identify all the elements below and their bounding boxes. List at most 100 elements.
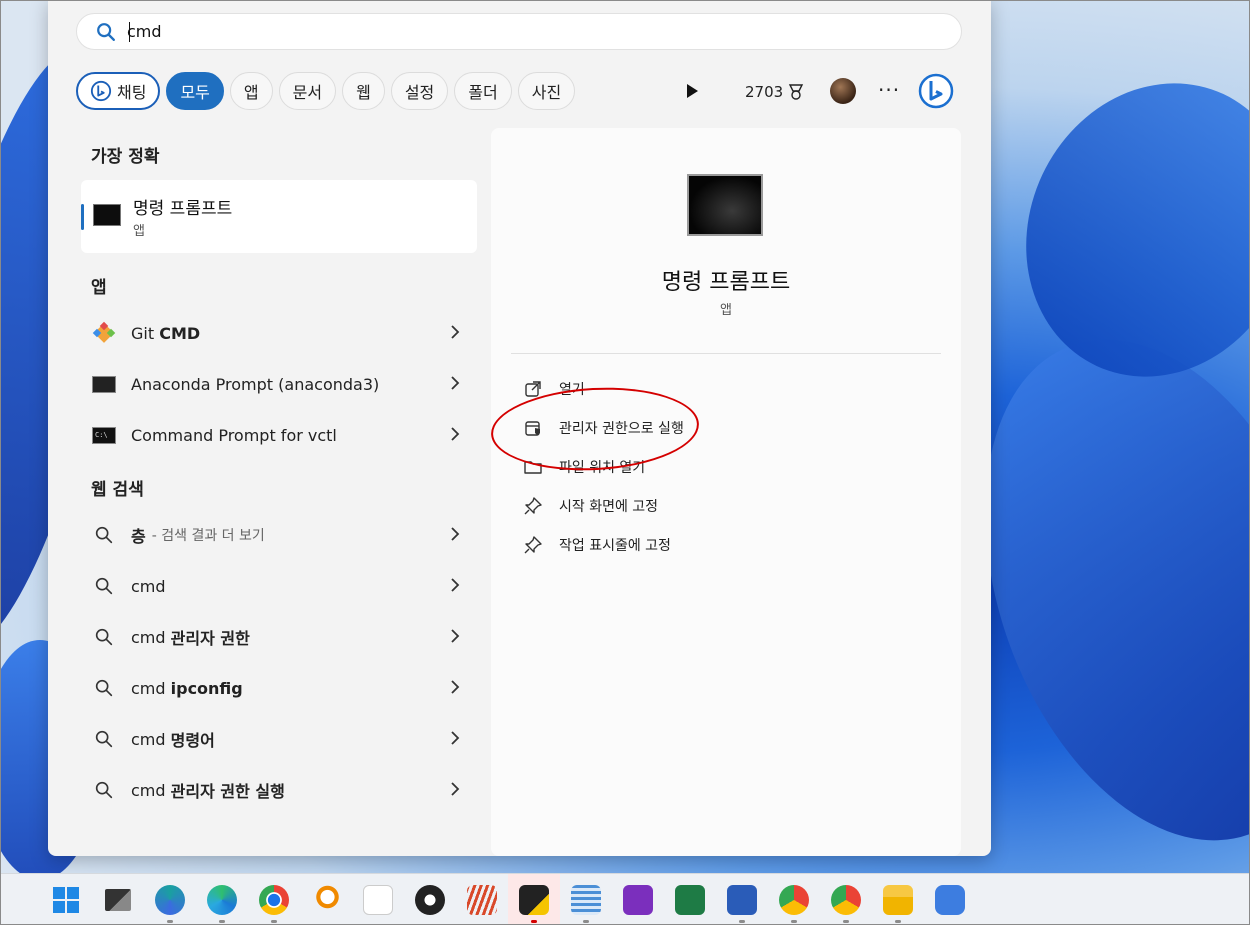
preview-subtitle: 앱 [720,303,732,318]
edge-icon [207,884,237,915]
best-match-subtitle: 앱 [133,224,145,239]
search-icon-wrap [91,575,117,597]
filter-web[interactable]: 웹 [342,72,385,110]
search-icon [95,730,113,748]
filter-photos[interactable]: 사진 [517,72,576,110]
search-box[interactable] [76,13,962,50]
taskbar-edge[interactable] [196,874,248,925]
filter-label: 사진 [531,83,562,102]
best-match-title: 명령 프롬프트 [133,199,233,219]
taskbar-search-app[interactable] [300,874,352,925]
chrome-icon [259,884,289,915]
app-item-label: Command Prompt for vctl [131,425,337,445]
section-web-search: 웹 검색 [91,480,144,500]
notepad-icon [571,884,601,915]
chevron-right-icon [451,731,460,745]
preview-title: 명령 프롬프트 [661,270,791,295]
taskbar-file-explorer[interactable] [872,874,924,925]
web-item-label-bold: 층 [131,527,146,546]
web-item[interactable]: 층 - 검색 결과 더 보기 [91,515,461,555]
taskbar-word[interactable] [716,874,768,925]
filter-documents[interactable]: 문서 [278,72,337,110]
preview-pane: 명령 프롬프트 앱 열기 관리자 권한으로 실행 파일 위치 열기 시작 화면에… [491,128,961,856]
onenote-icon [623,884,653,915]
section-best-match: 가장 정확 [91,147,160,167]
web-item-label: cmd [131,678,171,698]
running-indicator [167,919,173,923]
search-icon [95,781,113,799]
running-indicator [843,919,849,923]
web-item[interactable]: cmd 관리자 권한 실행 [91,770,461,810]
chevron-right-icon [451,782,460,796]
sticky-notes-icon [519,884,549,915]
search-app-icon [311,884,341,915]
web-item-sub: - 검색 결과 더 보기 [151,528,265,544]
app-item-label: Git [131,323,160,343]
web-item-label-bold: ipconfig [170,678,243,698]
filter-label: 설정 [404,83,435,102]
taskbar-app[interactable] [144,874,196,925]
app-item-git-cmd[interactable]: Git CMD [91,313,461,353]
taskbar-task-view[interactable] [92,874,144,925]
chevron-right-icon [451,376,460,390]
word-icon [727,884,757,915]
obs-icon [415,884,445,915]
taskbar-chrome-profile[interactable] [768,874,820,925]
web-item-label: cmd [131,729,171,749]
web-item-label: cmd [131,576,166,596]
search-input[interactable] [127,22,827,41]
taskbar-app[interactable] [924,874,976,925]
bing-icon[interactable] [917,72,955,110]
filter-all[interactable]: 모두 [166,72,224,110]
taskbar-chrome-profile[interactable] [820,874,872,925]
web-item[interactable]: cmd [91,566,461,606]
rewards-points[interactable]: 2703 [745,82,806,102]
app-icon [155,884,185,915]
chevron-right-icon [451,427,460,441]
search-icon-wrap [91,728,117,750]
medal-icon [789,84,804,100]
taskbar-excel[interactable] [664,874,716,925]
taskbar-onenote[interactable] [612,874,664,925]
play-icon[interactable] [684,82,700,100]
more-options-icon[interactable]: ··· [878,78,900,102]
taskbar-app[interactable] [352,874,404,925]
best-match-item[interactable]: 명령 프롬프트 앱 [81,180,477,253]
search-icon-wrap [91,524,117,546]
chat-chip-label: 채팅 [117,83,147,102]
web-item[interactable]: cmd ipconfig [91,668,461,708]
running-indicator [531,919,537,923]
filter-settings[interactable]: 설정 [390,72,449,110]
web-item-label: cmd [131,627,171,647]
section-apps: 앱 [91,278,107,298]
filter-label: 앱 [243,83,259,102]
taskbar-app[interactable] [456,874,508,925]
pin-icon [524,497,542,515]
taskbar-obs[interactable] [404,874,456,925]
app-item-command-prompt-vctl[interactable]: C:\ Command Prompt for vctl [91,415,461,455]
running-indicator [895,919,901,923]
filter-apps[interactable]: 앱 [229,72,273,110]
app-item-label: Anaconda Prompt (anaconda3) [131,374,380,394]
web-item-label-bold: 관리자 권한 [170,629,250,648]
web-item[interactable]: cmd 명령어 [91,719,461,759]
chat-chip[interactable]: 채팅 [76,72,161,110]
filter-label: 웹 [356,83,371,102]
app-icon [467,884,497,915]
taskbar-notepad[interactable] [560,874,612,925]
web-item[interactable]: cmd 관리자 권한 [91,617,461,657]
filter-folders[interactable]: 폴더 [454,72,512,110]
action-pin-to-start[interactable]: 시작 화면에 고정 [523,493,658,519]
search-icon [95,577,113,595]
app-icon [363,884,393,915]
anaconda-prompt-icon [91,373,117,395]
action-pin-to-taskbar[interactable]: 작업 표시줄에 고정 [523,532,671,558]
avatar[interactable] [830,78,856,104]
selection-indicator [81,204,84,230]
taskbar-sticky-notes[interactable] [508,873,560,925]
app-item-anaconda-prompt[interactable]: Anaconda Prompt (anaconda3) [91,364,461,404]
taskbar-chrome[interactable] [248,874,300,925]
taskbar [0,873,1250,925]
start-button[interactable] [40,874,92,925]
chevron-right-icon [451,527,460,541]
